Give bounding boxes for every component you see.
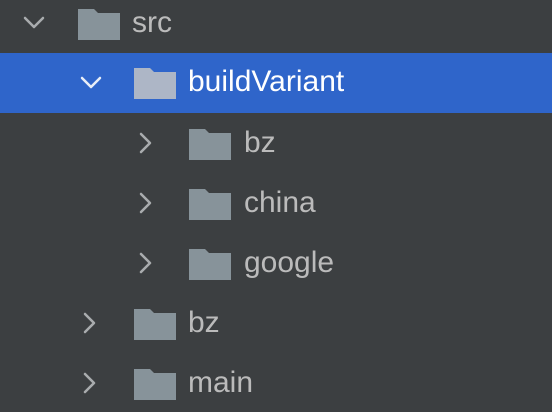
chevron-down-icon[interactable] bbox=[22, 11, 46, 35]
tree-row-google[interactable]: google bbox=[0, 233, 552, 293]
tree-row-src[interactable]: src bbox=[0, 0, 552, 53]
tree-item-label: bz bbox=[244, 126, 276, 159]
folder-icon bbox=[77, 7, 121, 41]
folder-icon bbox=[133, 307, 177, 341]
folder-icon bbox=[133, 66, 177, 100]
folder-icon bbox=[188, 187, 232, 221]
tree-item-label: china bbox=[244, 186, 316, 219]
chevron-right-icon[interactable] bbox=[134, 191, 158, 215]
chevron-down-icon[interactable] bbox=[79, 71, 103, 95]
tree-row-buildvariant[interactable]: buildVariant bbox=[0, 53, 552, 113]
chevron-right-icon[interactable] bbox=[78, 311, 102, 335]
tree-item-label: src bbox=[132, 6, 172, 39]
folder-icon bbox=[188, 127, 232, 161]
folder-icon bbox=[188, 247, 232, 281]
tree-row-bz-nested[interactable]: bz bbox=[0, 113, 552, 173]
tree-item-label: google bbox=[244, 246, 335, 279]
project-tree: src buildVariant bz china google bz main bbox=[0, 0, 552, 412]
chevron-right-icon[interactable] bbox=[134, 251, 158, 275]
folder-icon bbox=[133, 367, 177, 401]
tree-row-china[interactable]: china bbox=[0, 173, 552, 233]
chevron-right-icon[interactable] bbox=[134, 131, 158, 155]
chevron-right-icon[interactable] bbox=[78, 371, 102, 395]
tree-item-label: buildVariant bbox=[188, 65, 345, 98]
tree-item-label: main bbox=[188, 366, 254, 399]
tree-row-bz[interactable]: bz bbox=[0, 293, 552, 353]
tree-item-label: bz bbox=[188, 306, 220, 339]
tree-row-main[interactable]: main bbox=[0, 353, 552, 412]
